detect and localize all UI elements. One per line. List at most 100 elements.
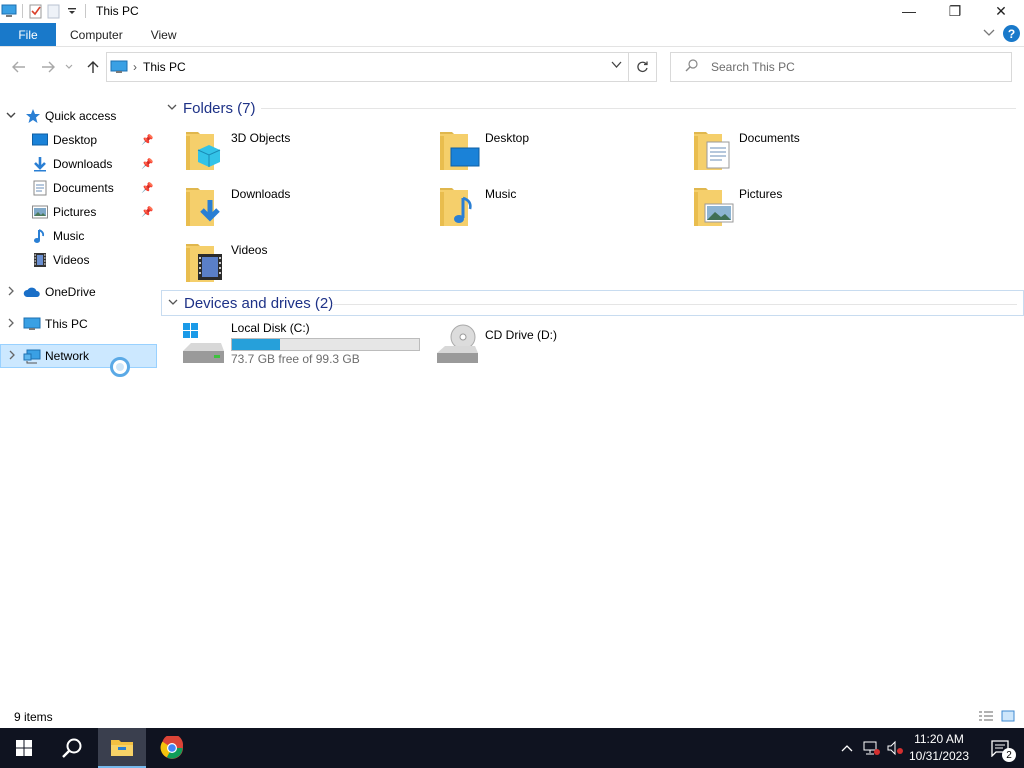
address-row: › This PC	[0, 52, 1024, 82]
pin-icon[interactable]: 📌	[141, 207, 153, 218]
tab-file[interactable]: File	[0, 23, 56, 46]
drive-free-space: 73.7 GB free of 99.3 GB	[231, 352, 360, 366]
address-dropdown-icon[interactable]	[611, 60, 622, 72]
chrome-taskbar-button[interactable]	[148, 728, 196, 768]
action-center-button[interactable]: 2	[980, 728, 1020, 768]
view-switcher	[978, 709, 1016, 723]
nav-label: Documents	[53, 181, 114, 195]
this-pc-icon	[23, 315, 41, 333]
expanded-chevron-icon[interactable]	[5, 111, 17, 122]
music-folder-icon	[439, 184, 483, 228]
pin-icon[interactable]: 📌	[141, 135, 153, 146]
nav-this-pc[interactable]: This PC	[0, 312, 157, 336]
nav-item-desktop[interactable]: Desktop 📌	[0, 128, 157, 152]
nav-item-music[interactable]: Music	[0, 224, 157, 248]
show-hidden-icons-button[interactable]	[836, 728, 858, 768]
window-controls: — ❐ ✕	[886, 0, 1024, 22]
nav-item-videos[interactable]: Videos	[0, 248, 157, 272]
nav-label: Desktop	[53, 133, 98, 147]
documents-icon	[31, 179, 49, 197]
tab-computer[interactable]: Computer	[56, 23, 137, 46]
pictures-icon	[31, 203, 49, 221]
search-icon	[62, 738, 82, 758]
new-folder-icon[interactable]	[45, 0, 63, 22]
cloud-icon	[23, 283, 41, 301]
breadcrumb-chevron-icon[interactable]: ›	[133, 60, 137, 74]
ribbon-right-controls: ?	[983, 25, 1020, 42]
folder-downloads[interactable]: Downloads	[185, 184, 435, 236]
nav-onedrive[interactable]: OneDrive	[0, 280, 157, 304]
folder-label: Downloads	[231, 187, 291, 201]
drive-local-disk-c[interactable]: Local Disk (C:) 73.7 GB free of 99.3 GB	[181, 321, 421, 377]
pin-icon[interactable]: 📌	[141, 183, 153, 194]
videos-icon	[31, 251, 49, 269]
folder-label: Videos	[231, 243, 268, 257]
window-title: This PC	[96, 4, 139, 18]
search-taskbar-button[interactable]	[48, 728, 96, 768]
star-icon	[24, 107, 42, 125]
clock-date: 10/31/2023	[908, 749, 970, 763]
forward-button[interactable]	[37, 56, 59, 78]
collapsed-chevron-icon[interactable]	[5, 318, 17, 331]
customize-toolbar-icon[interactable]	[63, 0, 81, 22]
drive-cd-d[interactable]: CD Drive (D:)	[435, 321, 635, 377]
nav-network[interactable]: Network	[0, 344, 157, 368]
nav-label: Downloads	[53, 157, 113, 171]
network-icon	[23, 347, 41, 365]
tab-view[interactable]: View	[137, 23, 191, 46]
collapse-group-icon[interactable]	[167, 102, 177, 114]
collapsed-chevron-icon[interactable]	[6, 350, 18, 363]
file-explorer-taskbar-button[interactable]	[98, 728, 146, 768]
collapsed-chevron-icon[interactable]	[5, 286, 17, 299]
restore-button[interactable]: ❐	[932, 0, 978, 22]
minimize-button[interactable]: —	[886, 0, 932, 22]
refresh-button[interactable]	[628, 53, 656, 81]
collapse-group-icon[interactable]	[168, 297, 178, 309]
3d-objects-folder-icon	[185, 128, 229, 172]
start-button[interactable]	[0, 728, 48, 768]
folder-desktop[interactable]: Desktop	[439, 128, 689, 180]
nav-item-pictures[interactable]: Pictures 📌	[0, 200, 157, 224]
group-header-folders[interactable]: Folders (7)	[161, 95, 1016, 121]
folder-label: Music	[485, 187, 517, 201]
recent-locations-button[interactable]	[62, 56, 76, 78]
folder-label: Pictures	[739, 187, 783, 201]
item-count: 9 items	[14, 710, 53, 724]
folder-label: Desktop	[485, 131, 530, 145]
close-button[interactable]: ✕	[978, 0, 1024, 22]
search-input[interactable]	[711, 60, 1011, 74]
this-pc-app-icon[interactable]	[0, 0, 18, 22]
folder-pictures[interactable]: Pictures	[693, 184, 943, 236]
group-title: Folders (7)	[183, 99, 256, 117]
folder-documents[interactable]: Documents	[693, 128, 943, 180]
back-button[interactable]	[8, 56, 30, 78]
details-view-icon[interactable]	[978, 709, 994, 723]
desktop-icon	[31, 131, 49, 149]
nav-quick-access[interactable]: Quick access	[0, 104, 157, 128]
pin-icon[interactable]: 📌	[141, 159, 153, 170]
nav-item-downloads[interactable]: Downloads 📌	[0, 152, 157, 176]
nav-label: Network	[45, 349, 90, 363]
network-status-icon[interactable]	[860, 728, 882, 768]
group-header-drives[interactable]: Devices and drives (2)	[161, 290, 1024, 316]
downloads-folder-icon	[185, 184, 229, 228]
folder-3d-objects[interactable]: 3D Objects	[185, 128, 435, 180]
videos-folder-icon	[185, 240, 229, 284]
help-icon[interactable]: ?	[1003, 25, 1020, 42]
breadcrumb[interactable]: This PC	[143, 60, 186, 74]
nav-label: This PC	[45, 317, 88, 331]
folder-label: 3D Objects	[231, 131, 291, 145]
folder-videos[interactable]: Videos	[185, 240, 435, 292]
large-icons-view-icon[interactable]	[1000, 709, 1016, 723]
drive-usage-fill	[232, 339, 281, 350]
expand-ribbon-icon[interactable]	[983, 28, 995, 40]
address-bar[interactable]: › This PC	[106, 52, 657, 82]
search-box[interactable]	[670, 52, 1012, 82]
nav-item-documents[interactable]: Documents 📌	[0, 176, 157, 200]
taskbar: 11:20 AM 10/31/2023 2	[0, 728, 1024, 768]
chrome-icon	[160, 736, 183, 759]
folder-music[interactable]: Music	[439, 184, 689, 236]
system-clock[interactable]: 11:20 AM 10/31/2023	[900, 731, 978, 765]
properties-icon[interactable]	[27, 0, 45, 22]
up-button[interactable]	[82, 56, 104, 78]
